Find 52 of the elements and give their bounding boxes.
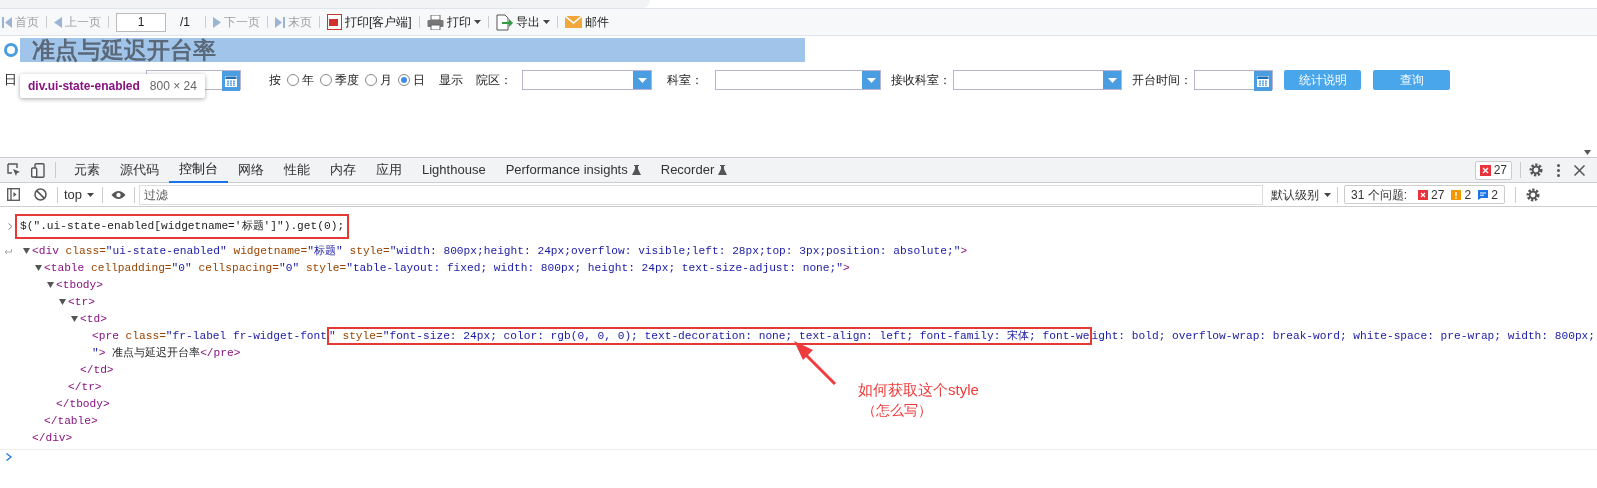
show-label: 显示	[439, 72, 463, 89]
code-token: cellpadding=	[90, 262, 172, 274]
code-token: "ui-state-enabled"	[105, 245, 227, 257]
department-label: 科室：	[667, 72, 703, 89]
info-count: 2	[1491, 186, 1498, 204]
code-token: "font-size: 24px; color: rgb(0, 0, 0); text-decoration: none; text-align: left; font-family: 宋体; font-we	[382, 330, 1090, 342]
code-token: "	[92, 347, 99, 359]
code-token: 准点与延迟开台率	[111, 347, 201, 359]
code-token: </div>	[32, 432, 73, 444]
code-token: ight: bold; overflow-wrap: break-word; white-space: pre-wrap; width: 800px;	[1091, 330, 1596, 342]
code-token: >	[98, 347, 106, 359]
page-total: /1	[180, 14, 190, 31]
start-time-label: 开台时间：	[1132, 72, 1192, 89]
campus-label: 院区：	[476, 72, 512, 89]
code-token: "标题"	[307, 245, 343, 257]
code-token: <tr>	[68, 296, 95, 308]
code-token: style=	[304, 262, 347, 274]
code-token: "table-layout: fixed; width: 800px; height: 24px; text-size-adjust: none;"	[346, 262, 843, 274]
code-token: </table>	[44, 415, 98, 427]
code-token: >	[960, 245, 968, 257]
warning-count: 2	[1464, 186, 1472, 204]
error-count: 27	[1431, 186, 1445, 204]
receiving-department-label: 接收科室：	[891, 72, 951, 89]
code-token: widgetname=	[232, 245, 308, 257]
code-token: "0"	[279, 262, 300, 274]
code-token: "width: 800px;height: 24px;overflow: visible;left: 28px;top: 3px;position: absolute;"	[389, 245, 961, 257]
code-token: <table	[44, 262, 85, 274]
code-token: "fr-label fr-widget-font	[165, 330, 327, 342]
code-token: </tbody>	[56, 398, 110, 410]
code-token: </pre>	[200, 347, 241, 359]
code-token: >	[843, 262, 850, 274]
size-text: 800 × 24	[149, 78, 197, 95]
code-token: class=	[124, 330, 166, 342]
code-token: <td>	[80, 313, 107, 325]
code-token: "0"	[171, 262, 192, 274]
code-token: <tbody>	[56, 279, 103, 291]
code-token: "	[329, 330, 336, 342]
code-token: style=	[341, 330, 383, 342]
annotation-text: 如何获取这个style	[858, 380, 979, 400]
title-label: 准点与延迟开台率	[20, 38, 805, 62]
selector-text: div.ui-state-enabled	[28, 78, 140, 95]
annotation-text: （怎么写）	[861, 401, 933, 420]
console-command: $(".ui-state-enabled[widgetname='标题']").get(0);	[20, 220, 345, 232]
code-token: <div	[32, 245, 59, 257]
group-by-label: 按	[269, 72, 281, 89]
code-token: </tr>	[68, 381, 102, 393]
code-token: </td>	[80, 364, 114, 376]
code-token: style=	[348, 245, 390, 257]
code-token: class=	[64, 245, 106, 257]
code-token: cellspacing=	[197, 262, 279, 274]
date-label: 日	[4, 71, 17, 90]
code-token: <pre	[92, 330, 119, 342]
